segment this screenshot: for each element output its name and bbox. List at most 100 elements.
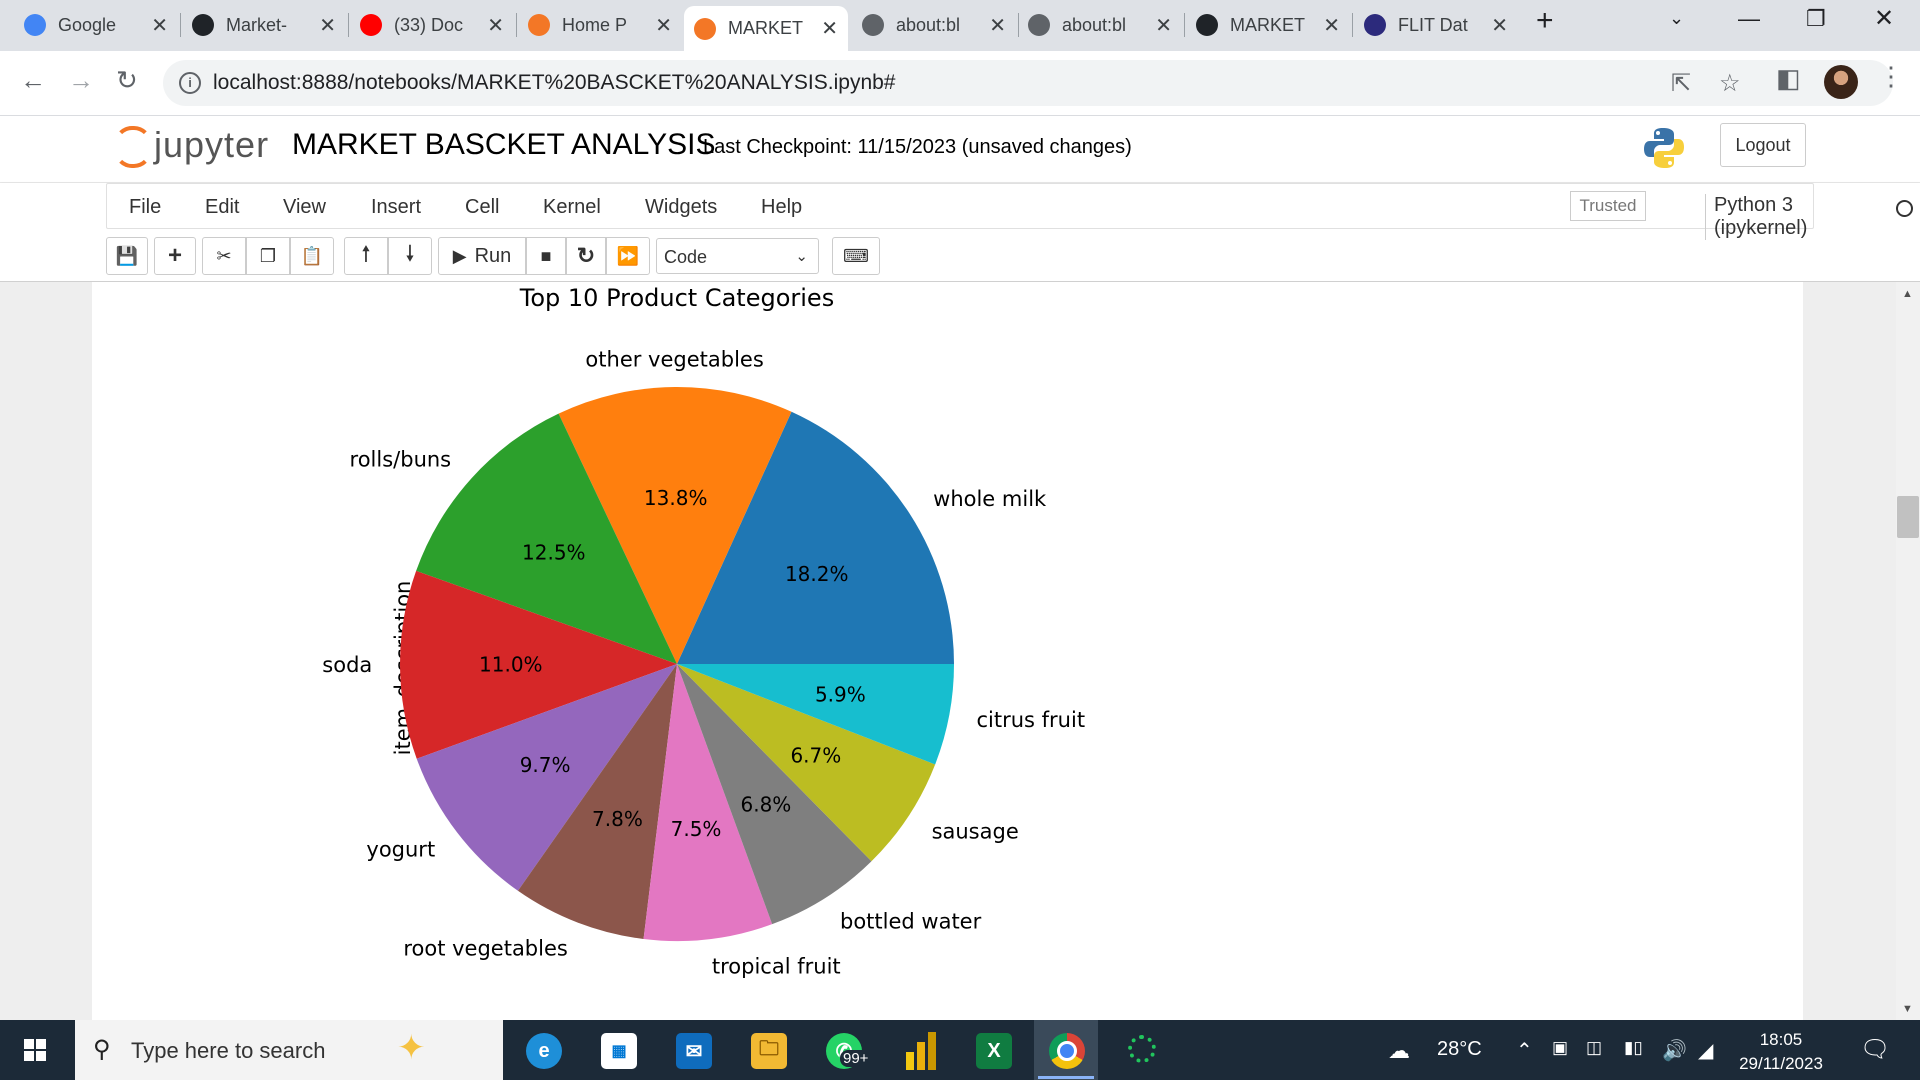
browser-tab-0[interactable]: Google ✕ [14, 8, 178, 42]
windows-start-icon[interactable] [24, 1039, 46, 1061]
taskbar-clock[interactable]: 18:05 29/11/2023 [1730, 1028, 1832, 1076]
restart-run-all-button[interactable]: ⏩ [606, 237, 650, 275]
menu-edit[interactable]: Edit [205, 196, 239, 219]
weather-icon[interactable]: ☁ [1388, 1038, 1410, 1064]
mail-icon[interactable]: ✉ [676, 1033, 712, 1069]
scrollbar-thumb[interactable] [1897, 496, 1919, 538]
notebook-scrollbar[interactable] [1896, 282, 1920, 1020]
menu-help[interactable]: Help [761, 196, 802, 219]
notifications-icon[interactable]: 🗨 [1860, 1035, 1890, 1064]
restore-window-button[interactable]: ❐ [1806, 6, 1826, 32]
reload-icon[interactable]: ↻ [116, 65, 138, 96]
scroll-up-arrow-icon[interactable]: ▲ [1902, 288, 1913, 300]
pie-pct-label: 6.7% [790, 743, 841, 767]
browser-tab-8[interactable]: FLIT Dat ✕ [1354, 8, 1518, 42]
close-window-button[interactable]: ✕ [1874, 4, 1894, 33]
interrupt-button[interactable]: ■ [526, 237, 566, 275]
tab-search-chevron-icon[interactable]: ⌄ [1669, 8, 1684, 29]
menu-cell[interactable]: Cell [465, 196, 499, 219]
browser-tab-3[interactable]: Home P ✕ [518, 8, 682, 42]
paste-button[interactable]: 📋 [290, 237, 334, 275]
clock-time: 18:05 [1759, 1030, 1803, 1049]
show-hidden-icons-chevron-icon[interactable]: ⌃ [1516, 1038, 1533, 1063]
notebook-title[interactable]: MARKET BASCKET ANALYSIS [292, 128, 716, 162]
loading-spinner-icon[interactable] [1128, 1035, 1156, 1063]
power-bi-icon[interactable] [906, 1032, 936, 1070]
close-tab-icon[interactable]: ✕ [655, 13, 672, 38]
browser-menu-icon[interactable]: ⋮ [1878, 61, 1904, 92]
clock-date: 29/11/2023 [1739, 1054, 1823, 1073]
pie-category-label: whole milk [933, 487, 1047, 511]
save-button[interactable]: 💾 [106, 237, 148, 275]
tab-title: Home P [562, 14, 628, 35]
copy-button[interactable]: ❐ [246, 237, 290, 275]
cut-button[interactable]: ✂ [202, 237, 246, 275]
menu-file[interactable]: File [129, 196, 161, 219]
url-text[interactable]: localhost:8888/notebooks/MARKET%20BASCKE… [213, 71, 895, 95]
move-down-button[interactable]: 🠗 [388, 237, 432, 275]
taskbar-search-box[interactable]: ⚲ Type here to search ✦ [75, 1020, 503, 1080]
battery-icon[interactable]: ▮▯ [1624, 1038, 1643, 1058]
bookmark-star-icon[interactable]: ☆ [1719, 69, 1741, 98]
menu-widgets[interactable]: Widgets [645, 196, 717, 219]
browser-tab-2[interactable]: (33) Doc ✕ [350, 8, 514, 42]
vpn-icon[interactable]: ◫ [1586, 1038, 1602, 1058]
close-tab-icon[interactable]: ✕ [1155, 13, 1172, 38]
temperature[interactable]: 28°C [1437, 1038, 1482, 1061]
menu-view[interactable]: View [283, 196, 326, 219]
chrome-icon[interactable] [1049, 1033, 1085, 1069]
close-tab-icon[interactable]: ✕ [821, 16, 838, 41]
jupyter-brand[interactable]: jupyter [154, 124, 269, 166]
excel-icon[interactable]: X [976, 1033, 1012, 1069]
notebook-menubar: File Edit View Insert Cell Kernel Widgets Help … [0, 183, 1920, 282]
pie-pct-label: 18.2% [785, 562, 849, 586]
close-tab-icon[interactable]: ✕ [151, 13, 168, 38]
close-tab-icon[interactable]: ✕ [487, 13, 504, 38]
forward-arrow-icon[interactable]: → [68, 65, 94, 96]
file-explorer-icon[interactable]: 🗀 [751, 1033, 787, 1069]
pie-category-label: rolls/buns [350, 447, 452, 471]
chevron-down-icon: ⌄ [795, 248, 808, 265]
jupyter-logo-icon[interactable] [112, 124, 152, 168]
kernel-idle-indicator-icon [1896, 200, 1913, 217]
tab-title: (33) Doc [394, 14, 464, 35]
insert-cell-button[interactable]: + [154, 237, 196, 275]
browser-tab-6[interactable]: about:bl ✕ [1018, 8, 1182, 42]
menu-kernel[interactable]: Kernel [543, 196, 601, 219]
close-tab-icon[interactable]: ✕ [989, 13, 1006, 38]
command-palette-button[interactable]: ⌨ [832, 237, 880, 275]
edge-browser-icon[interactable]: e [526, 1033, 562, 1069]
close-tab-icon[interactable]: ✕ [1491, 13, 1508, 38]
cell-type-select[interactable]: Code ⌄ [656, 238, 819, 274]
new-tab-button[interactable]: + [1536, 4, 1554, 38]
microsoft-store-icon[interactable]: ▦ [601, 1033, 637, 1069]
move-up-button[interactable]: 🠕 [344, 237, 388, 275]
close-tab-icon[interactable]: ✕ [319, 13, 336, 38]
windows-taskbar: ⚲ Type here to search ✦ e ▦ ✉ 🗀 ✆ 99+ X … [0, 1020, 1920, 1080]
profile-avatar[interactable] [1824, 65, 1858, 99]
scroll-down-arrow-icon[interactable]: ▼ [1902, 1003, 1913, 1015]
restart-button[interactable]: ↻ [566, 237, 606, 275]
browser-tab-5[interactable]: about:bl ✕ [852, 8, 1016, 42]
volume-icon[interactable]: 🔊 [1662, 1038, 1687, 1063]
browser-tab-7[interactable]: MARKET ✕ [1186, 8, 1350, 42]
browser-tab-1[interactable]: Market- ✕ [182, 8, 346, 42]
camera-icon[interactable]: ▣ [1552, 1038, 1568, 1058]
trusted-indicator[interactable]: Trusted [1570, 191, 1646, 221]
browser-tab-4[interactable]: MARKET ✕ [684, 6, 848, 51]
site-info-icon[interactable]: i [179, 72, 201, 94]
close-tab-icon[interactable]: ✕ [1323, 13, 1340, 38]
run-button[interactable]: ▶ Run [438, 237, 526, 275]
share-icon[interactable]: ⇱ [1671, 69, 1691, 98]
side-panel-icon[interactable]: ◧ [1776, 63, 1801, 94]
logout-button[interactable]: Logout [1720, 123, 1806, 167]
pie-category-label: root vegetables [403, 936, 568, 960]
wifi-icon[interactable]: ◢ [1698, 1038, 1713, 1063]
menu-insert[interactable]: Insert [371, 196, 421, 219]
minimize-window-button[interactable]: — [1738, 6, 1760, 32]
search-placeholder[interactable]: Type here to search [131, 1038, 325, 1064]
back-arrow-icon[interactable]: ← [20, 65, 46, 96]
address-bar[interactable]: i localhost:8888/notebooks/MARKET%20BASC… [163, 60, 1893, 106]
kernel-name[interactable]: Python 3 (ipykernel) [1705, 194, 1813, 240]
pie-category-label: tropical fruit [712, 955, 841, 979]
